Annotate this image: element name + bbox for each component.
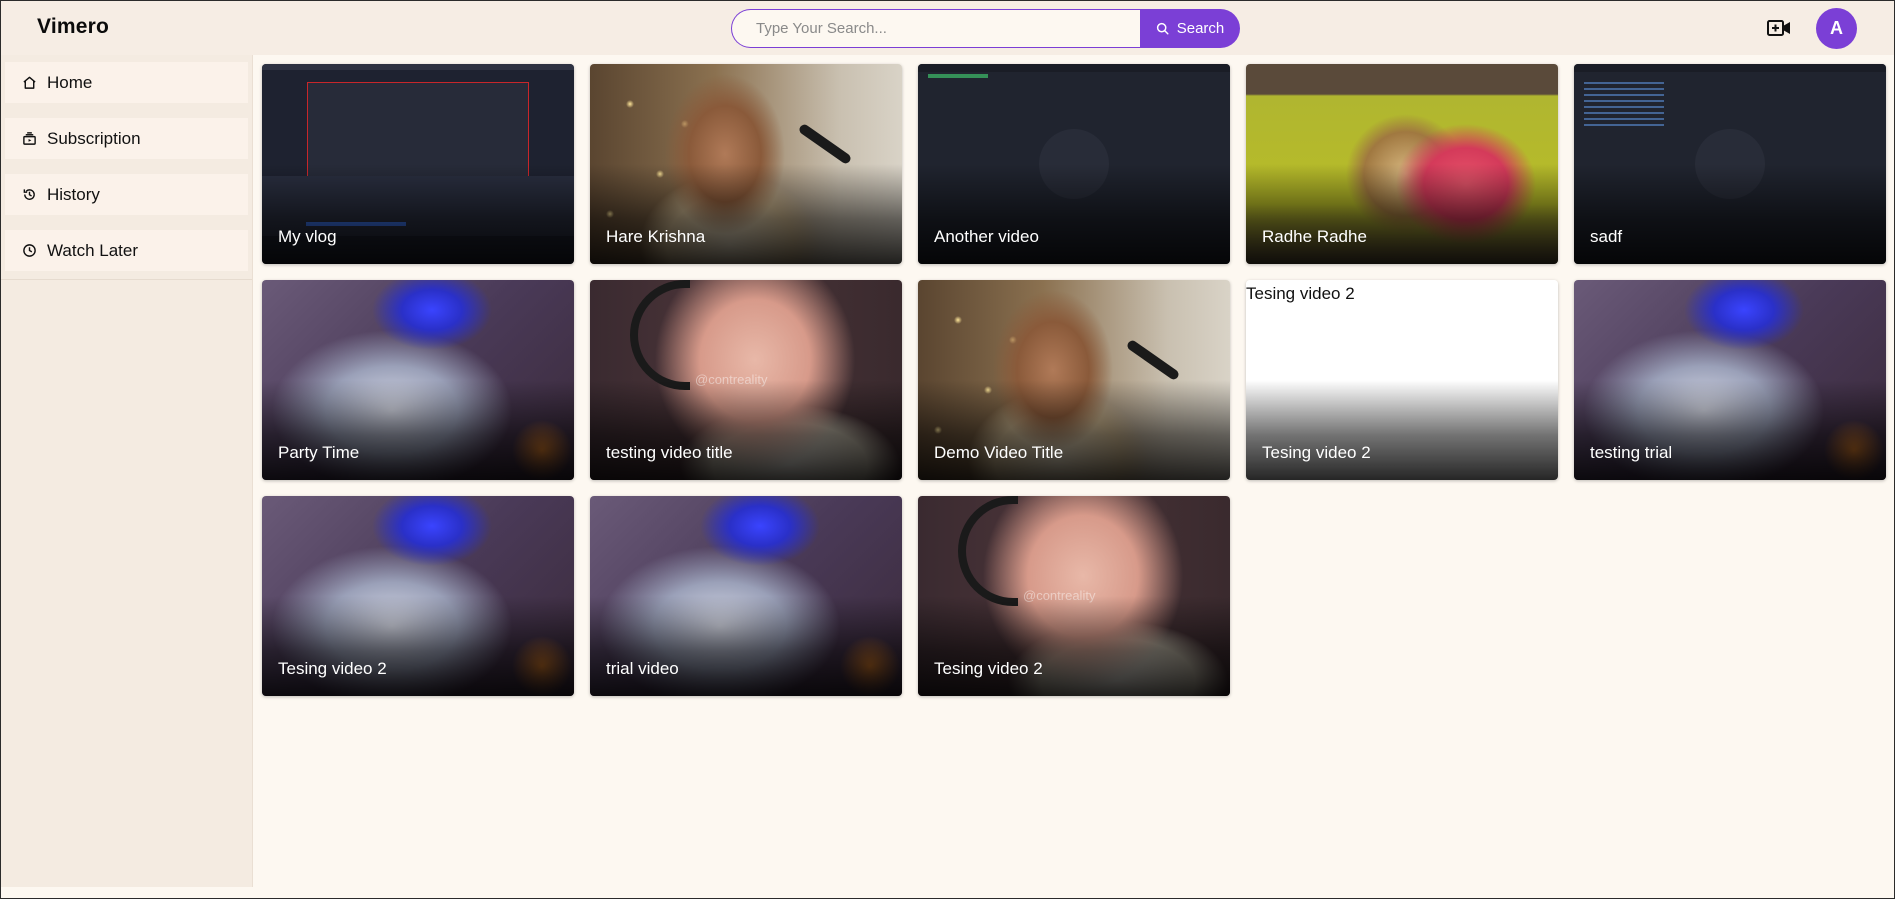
sidebar-item-label: Home: [47, 72, 93, 92]
search-bar: Search: [731, 9, 1240, 48]
sidebar-item-history[interactable]: History: [5, 174, 248, 215]
video-card[interactable]: sadf: [1574, 64, 1886, 264]
search-button-label: Search: [1176, 20, 1225, 37]
video-title: Demo Video Title: [934, 443, 1064, 462]
video-title: testing trial: [1590, 443, 1673, 462]
video-title: Party Time: [278, 443, 360, 462]
sidebar-item-subscription[interactable]: Subscription: [5, 118, 248, 159]
sidebar-item-home[interactable]: Home: [5, 62, 248, 103]
sidebar-item-label: History: [47, 184, 100, 204]
video-title: Hare Krishna: [606, 227, 706, 246]
sidebar-item-label: Subscription: [47, 128, 141, 148]
video-title: testing video title: [606, 443, 733, 462]
video-title: Radhe Radhe: [1262, 227, 1367, 246]
video-card[interactable]: Another video: [918, 64, 1230, 264]
video-card[interactable]: Tesing video 2: [262, 496, 574, 696]
video-title: trial video: [606, 659, 679, 678]
video-card[interactable]: @contreality Tesing video 2: [918, 496, 1230, 696]
search-icon: [1156, 22, 1169, 35]
video-title: Tesing video 2: [934, 659, 1043, 678]
video-grid: My vlog Hare Krishna Another video Radhe…: [262, 64, 1886, 696]
search-input[interactable]: [731, 9, 1140, 48]
video-title: Tesing video 2: [1262, 443, 1371, 462]
video-title: Another video: [934, 227, 1039, 246]
sidebar: Home Subscription History Watch Later: [1, 55, 253, 887]
subscription-icon: [23, 132, 36, 145]
video-title: sadf: [1590, 227, 1623, 246]
clock-icon: [23, 244, 36, 257]
video-card[interactable]: Demo Video Title: [918, 280, 1230, 480]
thumbnail-alt-text: Tesing video 2: [1246, 284, 1355, 303]
video-card[interactable]: Radhe Radhe: [1246, 64, 1558, 264]
video-card[interactable]: Hare Krishna: [590, 64, 902, 264]
home-icon: [23, 76, 36, 89]
video-card[interactable]: Party Time: [262, 280, 574, 480]
sidebar-item-label: Watch Later: [47, 240, 139, 260]
history-icon: [23, 189, 35, 200]
upload-video-icon[interactable]: [1766, 15, 1792, 41]
video-card[interactable]: testing trial: [1574, 280, 1886, 480]
video-card[interactable]: Tesing video 2 Tesing video 2: [1246, 280, 1558, 480]
video-title: Tesing video 2: [278, 659, 387, 678]
video-card[interactable]: trial video: [590, 496, 902, 696]
search-button[interactable]: Search: [1140, 9, 1240, 48]
video-card[interactable]: My vlog: [262, 64, 574, 264]
sidebar-nav: Home Subscription History Watch Later: [1, 55, 252, 280]
video-title: My vlog: [278, 227, 337, 246]
app-logo[interactable]: Vimero: [37, 15, 109, 39]
top-bar: Vimero Search A: [1, 1, 1894, 55]
sidebar-item-watch-later[interactable]: Watch Later: [5, 230, 248, 271]
avatar[interactable]: A: [1816, 8, 1857, 49]
video-card[interactable]: @contreality testing video title: [590, 280, 902, 480]
